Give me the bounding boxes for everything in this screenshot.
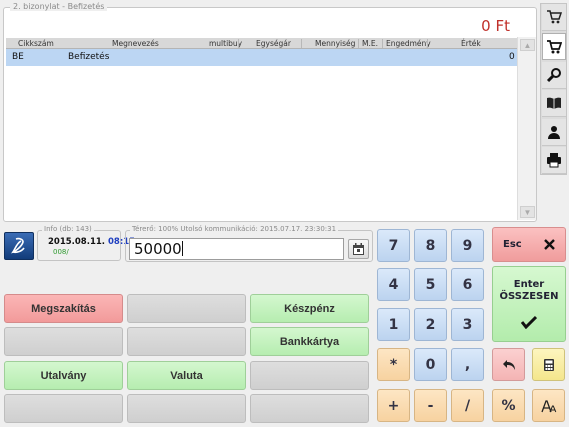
key-comma[interactable]: , xyxy=(451,348,484,381)
empty-button-5[interactable] xyxy=(4,394,123,423)
side-toolbar xyxy=(540,3,567,175)
empty-button-3[interactable] xyxy=(127,327,246,356)
checkmark-icon xyxy=(521,315,537,329)
scroll-up-icon[interactable]: ▲ xyxy=(520,39,535,51)
font-size-icon xyxy=(540,399,556,412)
row-name: Befizetés xyxy=(68,52,110,62)
key-6[interactable]: 6 xyxy=(451,268,484,301)
cancel-payment-button[interactable]: Megszakítás xyxy=(4,294,123,323)
status-box: Térerő: 100% Utolsó kommunikáció: 2015.0… xyxy=(125,225,373,262)
key-1[interactable]: 1 xyxy=(377,308,410,341)
key-8[interactable]: 8 xyxy=(414,229,447,262)
calculator-icon xyxy=(543,358,554,371)
empty-button-2[interactable] xyxy=(4,327,123,356)
key-divide[interactable]: / xyxy=(451,389,484,422)
col-cikkszam[interactable]: Cikkszám xyxy=(18,39,54,48)
info-box: Info (db: 143) 2015.08.11. 08:15 008/ xyxy=(37,225,135,261)
undo-icon xyxy=(502,359,515,370)
voucher-button[interactable]: Utalvány xyxy=(4,361,123,390)
key-percent[interactable]: % xyxy=(492,389,525,422)
esc-label: Esc xyxy=(503,239,522,250)
empty-button-6[interactable] xyxy=(127,394,246,423)
key-4[interactable]: 4 xyxy=(377,268,410,301)
currency-button[interactable]: Valuta xyxy=(127,361,246,390)
search-icon[interactable] xyxy=(542,62,566,89)
total-label: ÖSSZESEN xyxy=(499,291,559,302)
col-mennyiseg[interactable]: Mennyiség xyxy=(315,39,355,48)
key-2[interactable]: 2 xyxy=(414,308,447,341)
col-me[interactable]: M.E. xyxy=(362,39,378,48)
app-logo xyxy=(4,232,34,260)
amount-value: 50000 xyxy=(134,240,182,258)
row-code: BE xyxy=(12,52,24,62)
empty-button-4[interactable] xyxy=(250,361,369,390)
person-icon[interactable] xyxy=(542,119,566,146)
key-7[interactable]: 7 xyxy=(377,229,410,262)
card-button[interactable]: Bankkártya xyxy=(250,327,369,356)
font-size-button[interactable] xyxy=(532,389,565,422)
key-minus[interactable]: - xyxy=(414,389,447,422)
key-5[interactable]: 5 xyxy=(414,268,447,301)
col-egysegar[interactable]: Egységár xyxy=(256,39,291,48)
key-multiply[interactable]: * xyxy=(377,348,410,381)
cart-icon[interactable] xyxy=(542,4,566,31)
info-count: 008/ xyxy=(53,248,69,256)
calendar-button[interactable] xyxy=(348,239,369,259)
printer-icon[interactable] xyxy=(542,147,566,174)
calculator-button[interactable] xyxy=(532,348,565,381)
receipt-scrollbar[interactable]: ▲ ▼ xyxy=(517,37,536,220)
status-legend: Térerő: 100% Utolsó kommunikáció: 2015.0… xyxy=(130,225,339,233)
col-engedmeny[interactable]: Engedmény xyxy=(386,39,431,48)
empty-button-1[interactable] xyxy=(127,294,246,323)
table-row[interactable]: BE Befizetés 0 xyxy=(6,49,518,66)
key-plus[interactable]: + xyxy=(377,389,410,422)
undo-button[interactable] xyxy=(492,348,525,381)
key-0[interactable]: 0 xyxy=(414,348,447,381)
scroll-down-icon[interactable]: ▼ xyxy=(520,206,535,218)
grid-header: Cikkszám Megnevezés multibuy Egységár Me… xyxy=(6,38,518,49)
info-date: 2015.08.11. xyxy=(48,237,106,247)
row-value: 0 xyxy=(509,52,515,62)
close-icon xyxy=(544,239,555,250)
calendar-icon xyxy=(353,242,364,255)
esc-button[interactable]: Esc xyxy=(492,227,566,262)
cash-button[interactable]: Készpénz xyxy=(250,294,369,323)
key-3[interactable]: 3 xyxy=(451,308,484,341)
cart-active-icon[interactable] xyxy=(542,33,566,60)
empty-button-7[interactable] xyxy=(250,394,369,423)
receipt-legend: 2. bizonylat - Befizetés xyxy=(10,2,108,11)
key-9[interactable]: 9 xyxy=(451,229,484,262)
col-megnevezes[interactable]: Megnevezés xyxy=(112,39,159,48)
enter-total-button[interactable]: Enter ÖSSZESEN xyxy=(492,266,566,342)
receipt-panel: 2. bizonylat - Befizetés 0 Ft Cikkszám M… xyxy=(3,2,537,222)
receipt-total: 0 Ft xyxy=(481,17,510,35)
enter-label: Enter xyxy=(513,279,545,290)
book-icon[interactable] xyxy=(542,90,566,117)
col-ertek[interactable]: Érték xyxy=(461,39,481,48)
info-legend: Info (db: 143) xyxy=(42,225,94,233)
amount-input[interactable]: 50000 xyxy=(129,238,344,260)
info-datetime: 2015.08.11. 08:15 xyxy=(48,237,135,247)
